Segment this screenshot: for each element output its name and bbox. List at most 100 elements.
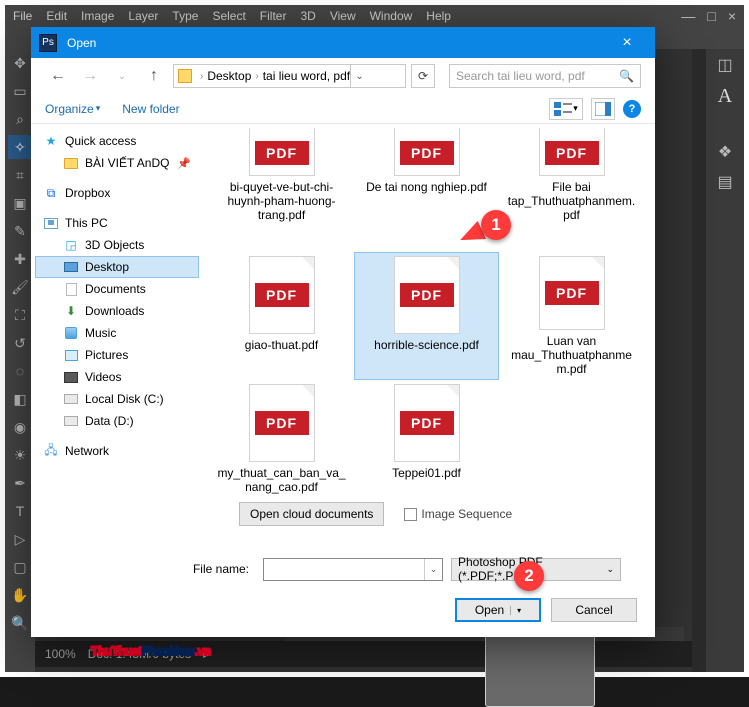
crumb-dropdown-icon[interactable]: ⌄ (350, 65, 368, 87)
ps-menubar: File Edit Image Layer Type Select Filter… (5, 5, 744, 27)
sidebar-documents[interactable]: Documents (35, 278, 199, 300)
wand-tool-icon[interactable]: ✧ (8, 135, 32, 159)
pen-tool-icon[interactable]: ✒ (8, 471, 32, 495)
page-fold-icon (447, 257, 459, 269)
sidebar-this-pc[interactable]: This PC (35, 212, 199, 234)
sidebar-disk-d[interactable]: Data (D:) (35, 410, 199, 432)
preview-pane-button[interactable] (591, 98, 615, 120)
sidebar-dropbox[interactable]: ⧉Dropbox (35, 182, 199, 204)
breadcrumb[interactable]: › Desktop › tai lieu word, pdf ⌄ (173, 64, 406, 88)
crumb-folder[interactable]: tai lieu word, pdf (263, 69, 350, 83)
sidebar-pinned-folder[interactable]: BÀI VIẾT AnDQ📌 (35, 152, 199, 174)
sidebar-3d-objects[interactable]: ◲3D Objects (35, 234, 199, 256)
move-tool-icon[interactable]: ✥ (8, 51, 32, 75)
menu-3d[interactable]: 3D (300, 9, 315, 23)
open-cloud-button[interactable]: Open cloud documents (239, 502, 384, 526)
shape-tool-icon[interactable]: ▢ (8, 555, 32, 579)
nav-up-icon[interactable]: ↑ (141, 63, 167, 89)
sidebar-disk-c[interactable]: Local Disk (C:) (35, 388, 199, 410)
menu-edit[interactable]: Edit (46, 9, 67, 23)
help-icon[interactable]: ? (623, 100, 641, 118)
lasso-tool-icon[interactable]: ⌕ (8, 107, 32, 131)
blur-tool-icon[interactable]: ◉ (8, 415, 32, 439)
menu-view[interactable]: View (330, 9, 356, 23)
dialog-close-icon[interactable]: × (607, 34, 647, 52)
sidebar-desktop[interactable]: Desktop (35, 256, 199, 278)
pdf-thumbnail: PDF (249, 384, 315, 462)
file-item[interactable]: PDFmy_thuat_can_ban_va_nang_cao.pdf (209, 380, 354, 508)
open-dropdown-icon[interactable]: ▾ (510, 606, 521, 615)
heal-tool-icon[interactable]: ✚ (8, 247, 32, 271)
sidebar-videos[interactable]: Videos (35, 366, 199, 388)
filename-input[interactable]: ⌄ (263, 558, 443, 581)
sidebar-pictures[interactable]: Pictures (35, 344, 199, 366)
sidebar-downloads[interactable]: ⬇Downloads (35, 300, 199, 322)
image-sequence-checkbox[interactable]: Image Sequence (404, 507, 512, 521)
checkbox-icon[interactable] (404, 508, 417, 521)
brush-tool-icon[interactable]: 🖌 (8, 275, 32, 299)
scrollbar-thumb[interactable] (485, 629, 595, 707)
stamp-tool-icon[interactable]: ⛶ (8, 303, 32, 327)
history-tool-icon[interactable]: ↺ (8, 331, 32, 355)
sidebar-music[interactable]: Music (35, 322, 199, 344)
open-button[interactable]: Open ▾ (455, 598, 541, 622)
menu-filter[interactable]: Filter (260, 9, 287, 23)
view-mode-button[interactable]: ▾ (549, 98, 583, 120)
pdf-badge: PDF (545, 281, 599, 305)
sidebar-quick-access[interactable]: ★Quick access (35, 130, 199, 152)
zoom-level[interactable]: 100% (45, 647, 76, 661)
pdf-thumbnail: PDF (249, 128, 315, 176)
type-tool-icon[interactable]: T (8, 499, 32, 523)
image-sequence-label: Image Sequence (421, 507, 512, 521)
crumb-desktop[interactable]: Desktop (207, 69, 251, 83)
ps-maximize-icon[interactable]: □ (707, 8, 715, 24)
frame-tool-icon[interactable]: ▣ (8, 191, 32, 215)
properties-panel-icon[interactable]: ▤ (717, 172, 732, 192)
menu-layer[interactable]: Layer (128, 9, 158, 23)
thispc-icon (44, 218, 58, 229)
file-name: De tai nong nghiep.pdf (366, 180, 487, 194)
hand-tool-icon[interactable]: ✋ (8, 583, 32, 607)
layers-panel-icon[interactable]: ❖ (718, 142, 732, 162)
cancel-button[interactable]: Cancel (551, 598, 637, 622)
file-item[interactable]: PDFFile bai tap_Thuthuatphanmem.pdf (499, 124, 644, 252)
ps-right-strip (692, 49, 706, 672)
filename-dropdown-icon[interactable]: ⌄ (424, 559, 442, 580)
refresh-icon[interactable]: ⟳ (411, 64, 435, 88)
file-item[interactable]: PDFbi-quyet-ve-but-chi-huynh-pham-huong-… (209, 124, 354, 252)
dodge-tool-icon[interactable]: ☀ (8, 443, 32, 467)
path-tool-icon[interactable]: ▷ (8, 527, 32, 551)
gradient-tool-icon[interactable]: ◧ (8, 387, 32, 411)
folder-icon (64, 158, 78, 169)
marquee-tool-icon[interactable]: ▭ (8, 79, 32, 103)
color-panel-icon[interactable]: ◫ (717, 55, 732, 75)
ps-close-icon[interactable]: × (728, 8, 736, 24)
crop-tool-icon[interactable]: ⌗ (8, 163, 32, 187)
ps-minimize-icon[interactable]: — (681, 8, 695, 24)
star-icon: ★ (43, 133, 59, 149)
file-item[interactable]: PDFgiao-thuat.pdf (209, 252, 354, 380)
annotation-marker-2: 2 (514, 561, 544, 591)
menu-image[interactable]: Image (81, 9, 114, 23)
eyedropper-tool-icon[interactable]: ✎ (8, 219, 32, 243)
new-folder-button[interactable]: New folder (122, 102, 179, 116)
sidebar-network[interactable]: 🖧Network (35, 440, 199, 462)
zoom-tool-icon[interactable]: 🔍 (8, 611, 32, 635)
menu-type[interactable]: Type (172, 9, 198, 23)
file-item[interactable]: PDFhorrible-science.pdf (354, 252, 499, 380)
eraser-tool-icon[interactable]: ◌ (8, 359, 32, 383)
menu-select[interactable]: Select (212, 9, 245, 23)
menu-window[interactable]: Window (370, 9, 413, 23)
organize-button[interactable]: Organize ▾ (45, 102, 100, 116)
file-item[interactable]: PDFLuan van mau_Thuthuatphanmem.pdf (499, 252, 644, 380)
pdf-thumbnail: PDF (539, 128, 605, 176)
character-panel-icon[interactable]: A (718, 85, 732, 108)
menu-help[interactable]: Help (426, 9, 451, 23)
page-fold-icon (447, 385, 459, 397)
file-item[interactable]: PDFTeppei01.pdf (354, 380, 499, 508)
nav-back-icon[interactable]: ← (45, 63, 71, 89)
search-field[interactable] (456, 69, 615, 83)
menu-file[interactable]: File (13, 9, 32, 23)
nav-recent-icon[interactable]: ⌄ (109, 63, 135, 89)
search-input[interactable]: 🔍 (449, 64, 641, 88)
